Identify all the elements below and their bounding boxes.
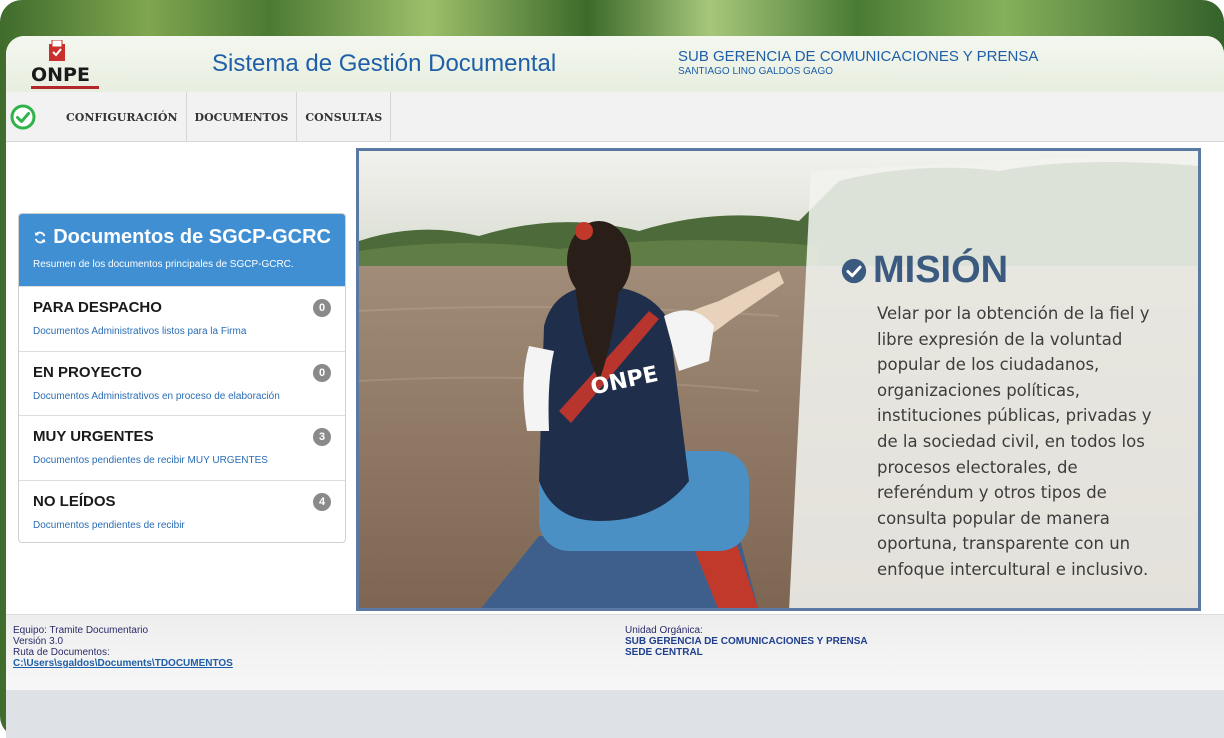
item-description[interactable]: Documentos pendientes de recibir MUY URG… [33, 455, 331, 466]
list-item-no-leidos[interactable]: NO LEÍDOS Documentos pendientes de recib… [19, 479, 345, 543]
mision-line: instituciones públicas, privadas y [877, 406, 1152, 426]
sede-name: SEDE CENTRAL [625, 647, 703, 658]
mision-line: popular de los ciudadanos, [877, 355, 1100, 375]
mision-title: MISIÓN [873, 249, 1009, 291]
mision-line: procesos electorales, de [877, 457, 1078, 477]
item-title: PARA DESPACHO [33, 299, 162, 316]
mision-line: oportuna, transparente con un [877, 534, 1131, 554]
main-navbar: CONFIGURACIÓN DOCUMENTOS CONSULTAS [6, 92, 1224, 142]
unit-name: SUB GERENCIA DE COMUNICACIONES Y PRENSA [678, 48, 1039, 65]
equipo-label: Equipo: Tramite Documentario [13, 625, 149, 636]
item-description[interactable]: Documentos Administrativos listos para l… [33, 326, 331, 337]
item-description[interactable]: Documentos pendientes de recibir [33, 520, 331, 531]
header: ONPE Sistema de Gestión Documental SUB G… [6, 36, 1224, 92]
ruta-label: Ruta de Documentos: [13, 647, 110, 658]
item-title: EN PROYECTO [33, 363, 142, 381]
panel-title-row: Documentos de SGCP-GCRC [33, 226, 331, 249]
logo-underline [31, 86, 99, 89]
documents-path-link[interactable]: C:\Users\sgaldos\Documents\TDOCUMENTOS [13, 658, 233, 669]
footer: Equipo: Tramite Documentario Versión 3.0… [6, 614, 1224, 690]
count-badge: 0 [313, 299, 331, 317]
mision-line: enfoque intercultural e inclusivo. [877, 559, 1149, 579]
list-item-para-despacho[interactable]: PARA DESPACHO Documentos Administrativos… [19, 286, 345, 351]
check-circle-icon [841, 258, 867, 283]
count-badge: 4 [313, 492, 331, 511]
unidad-name: SUB GERENCIA DE COMUNICACIONES Y PRENSA [625, 636, 868, 647]
user-name: SANTIAGO LINO GALDOS GAGO [678, 66, 834, 77]
mision-heading: MISIÓN [841, 249, 1008, 292]
mision-banner: ONPE MISIÓN Velar por la obtención de la… [356, 148, 1201, 611]
footer-unit-info: Unidad Orgánica: SUB GERENCIA DE COMUNIC… [625, 625, 868, 658]
mision-line: organizaciones políticas, [877, 380, 1081, 400]
panel-header: Documentos de SGCP-GCRC Resumen de los d… [19, 214, 345, 286]
check-circle-icon [10, 104, 36, 130]
panel-subtitle: Resumen de los documentos principales de… [33, 259, 294, 270]
count-badge: 0 [313, 363, 331, 382]
mision-line: Velar por la obtención de la fiel y [877, 304, 1150, 323]
onpe-logo: ONPE [28, 40, 104, 90]
panel-title: Documentos de SGCP-GCRC [53, 226, 331, 248]
nav-item-documentos[interactable]: DOCUMENTOS [187, 92, 298, 142]
item-title: NO LEÍDOS [33, 492, 116, 510]
mision-line: referéndum y otros tipos de [877, 483, 1107, 503]
nav-menu: CONFIGURACIÓN DOCUMENTOS CONSULTAS [58, 92, 392, 142]
logo-text: ONPE [31, 64, 90, 86]
mision-text: Velar por la obtención de la fiel y libr… [877, 301, 1177, 583]
count-badge: 3 [313, 428, 331, 446]
bottom-band [6, 690, 1224, 738]
mision-line: libre expresión de la voluntad [877, 329, 1123, 349]
documents-summary-panel: Documentos de SGCP-GCRC Resumen de los d… [18, 213, 346, 543]
list-item-en-proyecto[interactable]: EN PROYECTO Documentos Administrativos e… [19, 350, 345, 416]
nav-item-configuracion[interactable]: CONFIGURACIÓN [58, 92, 187, 142]
app-title: Sistema de Gestión Documental [212, 50, 557, 77]
mision-line: de la sociedad civil, en todos los [877, 431, 1145, 451]
mision-line: consulta popular de manera [877, 508, 1110, 528]
footer-system-info: Equipo: Tramite Documentario Versión 3.0… [13, 625, 233, 669]
nav-item-consultas[interactable]: CONSULTAS [297, 92, 392, 142]
refresh-icon[interactable] [33, 228, 47, 247]
version-label: Versión 3.0 [13, 636, 64, 647]
app-window: ONPE Sistema de Gestión Documental SUB G… [6, 36, 1224, 738]
item-title: MUY URGENTES [33, 428, 154, 445]
unidad-label: Unidad Orgánica: [625, 625, 703, 636]
ballot-icon [49, 40, 65, 61]
item-description[interactable]: Documentos Administrativos en proceso de… [33, 391, 331, 402]
list-item-muy-urgentes[interactable]: MUY URGENTES Documentos pendientes de re… [19, 415, 345, 480]
